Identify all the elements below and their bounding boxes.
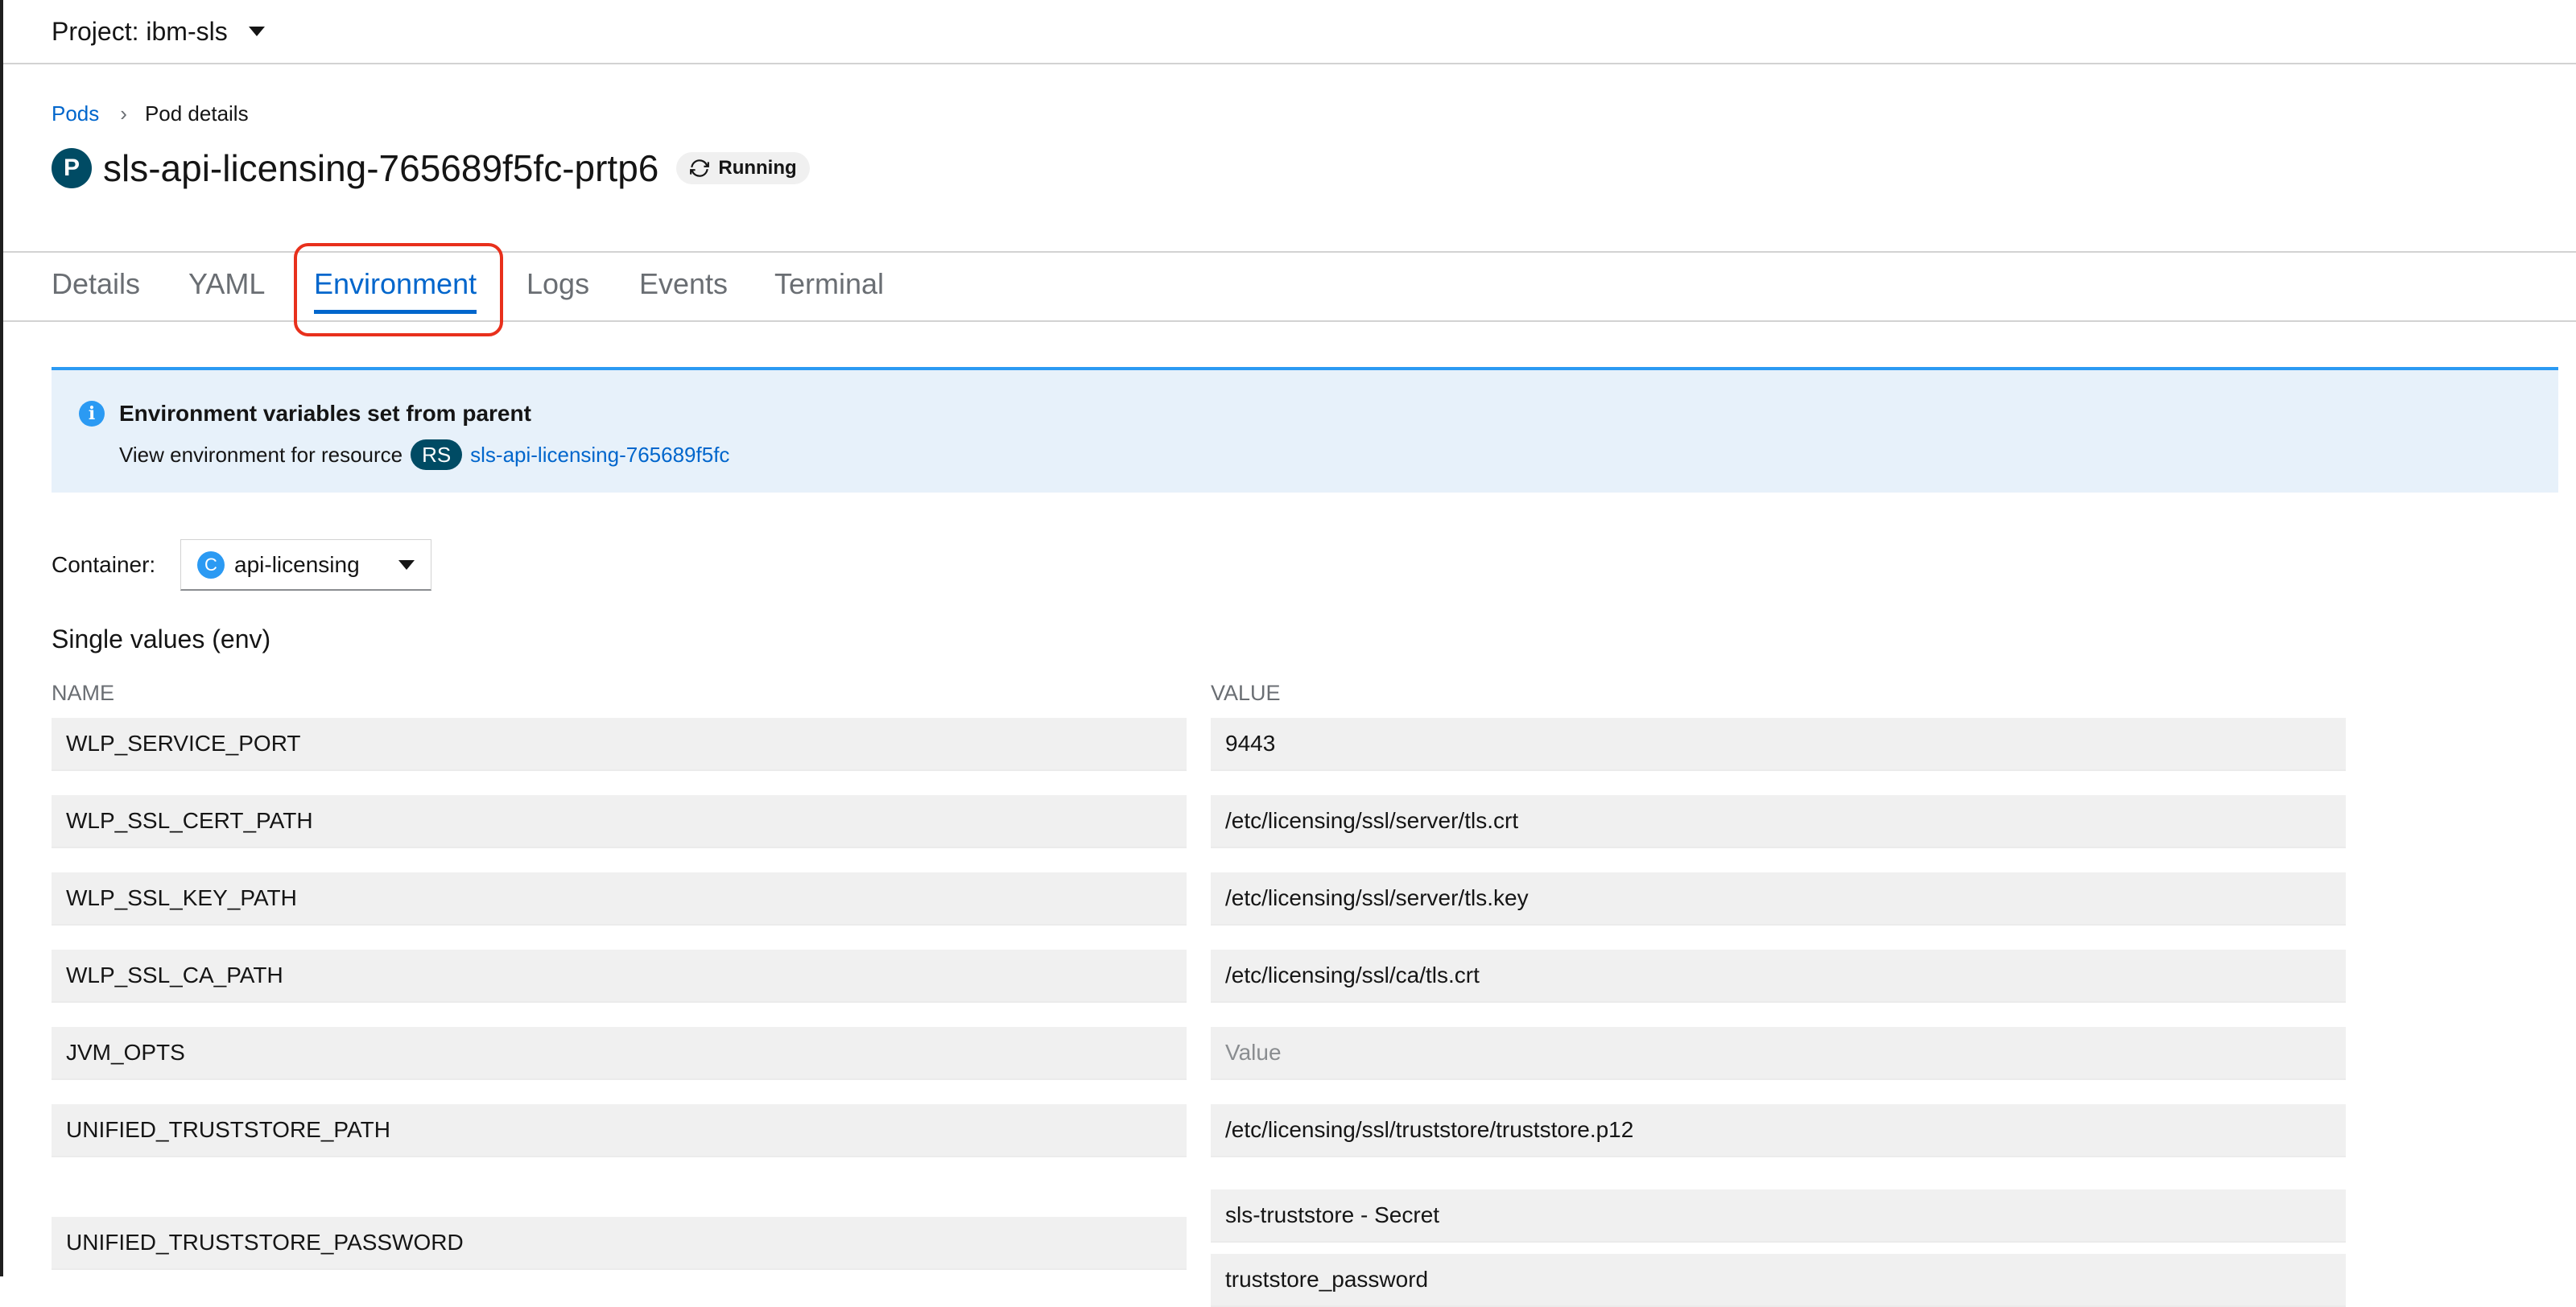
- env-value-field[interactable]: /etc/licensing/ssl/ca/tls.crt: [1211, 950, 2346, 1003]
- container-dropdown[interactable]: C api-licensing: [180, 539, 431, 591]
- env-value-field[interactable]: Value: [1211, 1027, 2346, 1080]
- status-text: Running: [718, 157, 797, 179]
- section-title: Single values (env): [52, 625, 271, 654]
- status-badge: Running: [676, 152, 810, 184]
- env-value-field[interactable]: /etc/licensing/ssl/truststore/truststore…: [1211, 1104, 2346, 1157]
- window-edge: [0, 0, 3, 1276]
- chevron-right-icon: ›: [120, 101, 127, 126]
- alert-body-text: View environment for resource: [119, 442, 403, 467]
- value-column-header: VALUE: [1211, 681, 1281, 705]
- sync-icon: [690, 159, 710, 177]
- breadcrumb-current: Pod details: [144, 101, 249, 126]
- secret-select[interactable]: sls-truststore - Secret: [1211, 1189, 2346, 1243]
- name-column-header: NAME: [52, 681, 115, 705]
- alert-body: View environment for resource RS sls-api…: [119, 439, 729, 470]
- page-title: sls-api-licensing-765689f5fc-prtp6: [103, 147, 659, 189]
- tab-yaml[interactable]: YAML: [188, 267, 265, 309]
- env-value-field[interactable]: /etc/licensing/ssl/server/tls.key: [1211, 872, 2346, 926]
- env-value-field[interactable]: 9443: [1211, 718, 2346, 771]
- container-badge: C: [197, 550, 225, 579]
- replicaset-badge: RS: [411, 439, 463, 470]
- project-selector[interactable]: Project: ibm-sls: [52, 14, 265, 48]
- project-label: Project: ibm-sls: [52, 16, 228, 46]
- alert-title: Environment variables set from parent: [119, 401, 531, 426]
- info-alert: i Environment variables set from parent …: [52, 367, 2558, 493]
- tab-logs[interactable]: Logs: [526, 267, 589, 309]
- env-name-field[interactable]: JVM_OPTS: [52, 1027, 1187, 1080]
- env-name-field[interactable]: WLP_SSL_KEY_PATH: [52, 872, 1187, 926]
- container-value: api-licensing: [234, 551, 360, 577]
- env-name-field[interactable]: WLP_SSL_CERT_PATH: [52, 795, 1187, 848]
- env-name-field[interactable]: WLP_SERVICE_PORT: [52, 718, 1187, 771]
- env-value-field[interactable]: /etc/licensing/ssl/server/tls.crt: [1211, 795, 2346, 848]
- tab-details[interactable]: Details: [52, 267, 140, 309]
- tab-bar: Details YAML Environment Logs Events Ter…: [3, 251, 2576, 322]
- replicaset-link[interactable]: sls-api-licensing-765689f5fc: [470, 443, 729, 468]
- tab-environment[interactable]: Environment: [314, 267, 477, 314]
- caret-down-icon: [248, 27, 265, 36]
- container-label: Container:: [52, 552, 156, 577]
- info-icon: i: [79, 401, 105, 427]
- caret-down-icon: [398, 559, 415, 570]
- secret-key-select[interactable]: truststore_password: [1211, 1254, 2346, 1307]
- pod-badge: P: [52, 148, 92, 188]
- page-header: P sls-api-licensing-765689f5fc-prtp6 Run…: [52, 146, 810, 190]
- env-name-field[interactable]: UNIFIED_TRUSTSTORE_PASSWORD: [52, 1217, 1187, 1270]
- env-name-field[interactable]: WLP_SSL_CA_PATH: [52, 950, 1187, 1003]
- breadcrumb-pods-link[interactable]: Pods: [52, 101, 99, 126]
- tab-terminal[interactable]: Terminal: [774, 267, 884, 309]
- project-bar: Project: ibm-sls: [3, 0, 2576, 64]
- tab-events[interactable]: Events: [639, 267, 728, 309]
- env-name-field[interactable]: UNIFIED_TRUSTSTORE_PATH: [52, 1104, 1187, 1157]
- breadcrumb: Pods › Pod details: [52, 101, 249, 126]
